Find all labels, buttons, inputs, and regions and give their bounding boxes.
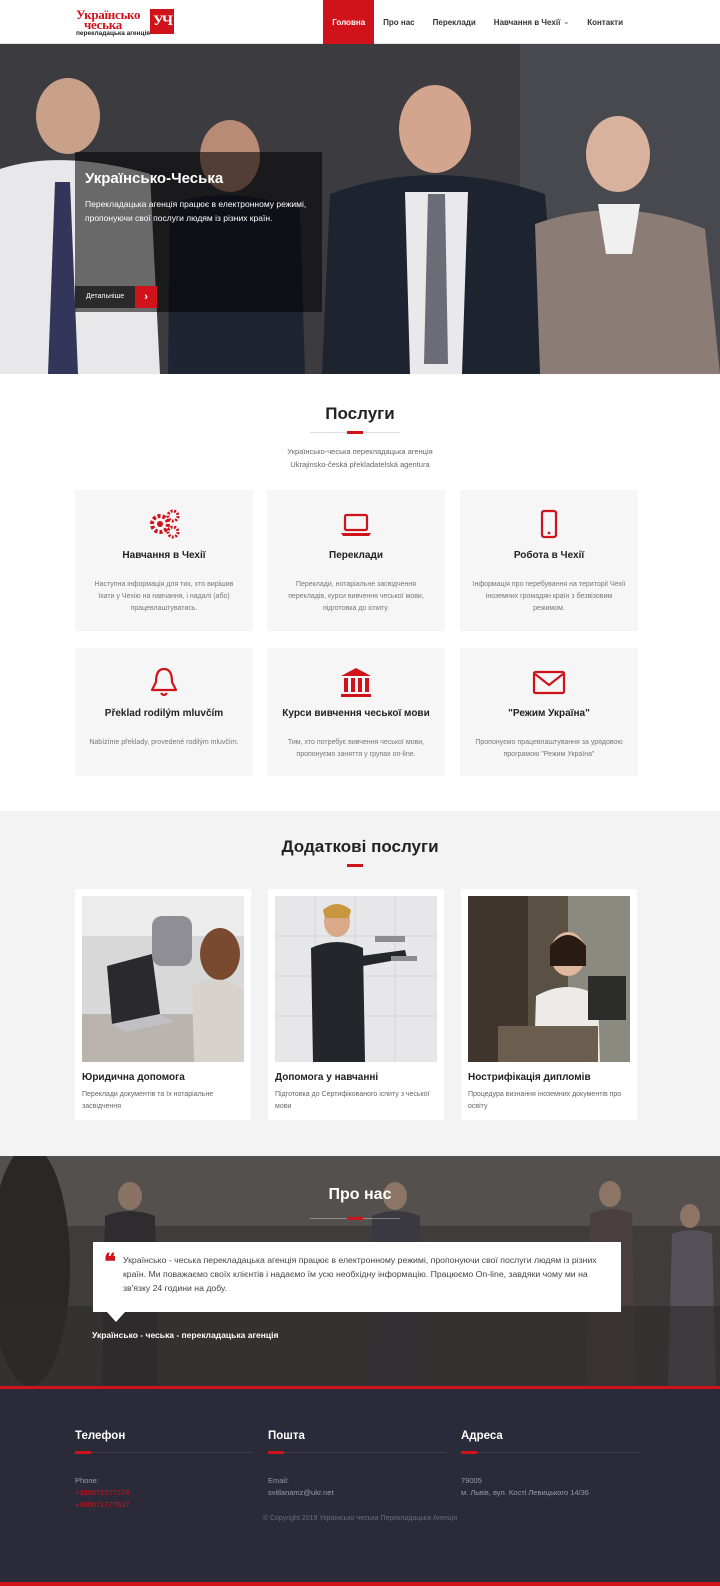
footer-phone-label: Phone: bbox=[75, 1476, 99, 1485]
extra-service-card[interactable]: Нострифікація дипломів Процедура визнанн… bbox=[461, 889, 637, 1120]
footer-address: Адреса 79005 м. Львів, вул. Костi Левиць… bbox=[461, 1430, 639, 1497]
footer-mail-title: Пошта bbox=[268, 1430, 305, 1442]
about-quote: ❝ Українсько - чеська перекладацька аген… bbox=[93, 1242, 621, 1312]
footer-rule-accent bbox=[461, 1451, 477, 1454]
service-card-text: Пропонуємо працевлаштування за урядовою … bbox=[475, 739, 623, 758]
title-accent bbox=[347, 864, 363, 867]
services-title-rule bbox=[310, 431, 400, 434]
extra-service-text: Підготовка до Сертифікованого іспиту з ч… bbox=[275, 1091, 430, 1110]
service-card[interactable]: Навчання в Чехії Наступна інформація для… bbox=[75, 490, 253, 631]
services-subtitle: Українсько-чеська перекладацька агенція … bbox=[0, 445, 720, 471]
footer-rule bbox=[461, 1451, 639, 1454]
about-quote-text: Українсько - чеська перекладацька агенці… bbox=[123, 1255, 597, 1293]
footer-mail-label: Email: bbox=[268, 1476, 289, 1485]
footer-address-line: м. Львів, вул. Костi Левицького 14/36 bbox=[461, 1488, 589, 1497]
site-header: Українсько чеська перекладацька агенція … bbox=[0, 0, 720, 44]
extra-service-text: Переклади документів та їх нотаріальне з… bbox=[82, 1091, 214, 1110]
mobile-icon bbox=[540, 509, 558, 539]
study-help-photo bbox=[275, 896, 437, 1062]
hero-more-label: Детальніше bbox=[75, 286, 136, 308]
extra-service-title: Юридична допомога bbox=[82, 1072, 185, 1083]
bell-icon bbox=[150, 667, 178, 697]
service-card[interactable]: Překlad rodilým mluvčím Nabízíme překlad… bbox=[75, 648, 253, 776]
service-card-title: "Режим Україна" bbox=[508, 708, 590, 719]
extra-service-card[interactable]: Юридична допомога Переклади документів т… bbox=[75, 889, 251, 1120]
hero-title: Українсько-Чеська bbox=[85, 170, 224, 187]
extra-services-title: Додаткові послуги bbox=[281, 837, 439, 856]
service-card[interactable]: Робота в Чехії Інформація про перебуванн… bbox=[460, 490, 638, 631]
service-card-title: Курси вивчення чеської мови bbox=[282, 708, 430, 719]
footer-phone-title: Телефон bbox=[75, 1430, 126, 1442]
title-accent bbox=[347, 431, 363, 434]
service-card[interactable]: "Режим Україна" Пропонуємо працевлаштува… bbox=[460, 648, 638, 776]
about-quote-author: Українсько - чеська - перекладацька аген… bbox=[92, 1330, 279, 1340]
service-card[interactable]: Курси вивчення чеської мови Тим, хто пот… bbox=[267, 648, 445, 776]
service-card[interactable]: Переклади Переклади, нотаріальне засвідч… bbox=[267, 490, 445, 631]
phone-link[interactable]: +380671577174 bbox=[75, 1488, 129, 1497]
nav-item-study-label: Навчання в Чехії bbox=[493, 17, 561, 27]
services-title: Послуги bbox=[325, 404, 395, 423]
footer-address-title: Адреса bbox=[461, 1430, 503, 1442]
bank-icon bbox=[341, 668, 371, 697]
service-card-text: Інформація про перебування на території … bbox=[472, 581, 626, 612]
service-card-text: Переклади, нотаріальне засвідчення перек… bbox=[288, 581, 424, 612]
site-logo[interactable]: Українсько чеська перекладацька агенція … bbox=[76, 6, 176, 38]
services-subtitle-ua: Українсько-чеська перекладацька агенція bbox=[287, 447, 433, 456]
legal-help-photo bbox=[82, 896, 244, 1062]
about-title: Про нас bbox=[328, 1186, 392, 1203]
service-card-title: Навчання в Чехії bbox=[122, 550, 206, 561]
logo-subtitle: перекладацька агенція bbox=[76, 30, 151, 37]
gears-icon bbox=[150, 509, 180, 539]
services-subtitle-cz: Ukrajinsko-česká překladatelská agentura bbox=[290, 460, 430, 469]
footer-phone: Телефон Phone: +380671577174 +3806717776… bbox=[75, 1430, 253, 1509]
nav-item-about[interactable]: Про нас bbox=[374, 0, 423, 44]
quote-tail bbox=[107, 1312, 125, 1322]
service-card-text: Nabízíme překlady, provedené rodilým mlu… bbox=[89, 739, 239, 746]
envelope-icon bbox=[532, 670, 566, 695]
nav-item-study[interactable]: Навчання в Чехії ⌄ bbox=[485, 0, 578, 44]
about-title-rule bbox=[310, 1217, 400, 1220]
nav-item-contacts[interactable]: Контакти bbox=[578, 0, 632, 44]
copyright: © Copyright 2019 Українсько-чеська Перек… bbox=[262, 1515, 458, 1522]
phone-link[interactable]: +380671777617 bbox=[75, 1500, 129, 1509]
service-card-title: Překlad rodilým mluvčím bbox=[104, 708, 224, 719]
service-card-text: Тим, хто потребує вивчення чеської мови,… bbox=[287, 739, 425, 758]
chevron-down-icon: ⌄ bbox=[563, 19, 570, 26]
footer-rule bbox=[75, 1451, 253, 1454]
footer-bottom-bar bbox=[0, 1582, 720, 1586]
quote-icon: ❝ bbox=[104, 1249, 116, 1274]
nav-item-home[interactable]: Головна bbox=[323, 0, 375, 44]
main-nav: Головна Про нас Переклади Навчання в Чех… bbox=[323, 0, 632, 44]
service-card-text: Наступна інформація для тих, хто вирішив… bbox=[94, 581, 234, 612]
diploma-recognition-photo bbox=[468, 896, 630, 1062]
site-footer bbox=[0, 1386, 720, 1586]
extra-service-title: Допомога у навчанні bbox=[275, 1072, 379, 1083]
hero-banner: Українсько-Чеська Перекладацька агенція … bbox=[0, 44, 720, 374]
extra-title-rule bbox=[310, 864, 400, 867]
hero-more-button[interactable]: Детальніше › bbox=[75, 286, 158, 308]
extra-service-card[interactable]: Допомога у навчанні Підготовка до Сертиф… bbox=[268, 889, 444, 1120]
footer-mail: Пошта Email: svitlanamz@ukr.net bbox=[268, 1430, 446, 1497]
chevron-right-icon: › bbox=[135, 286, 158, 308]
extra-service-title: Нострифікація дипломів bbox=[468, 1072, 591, 1083]
footer-rule bbox=[268, 1451, 446, 1454]
nav-item-translations[interactable]: Переклади bbox=[424, 0, 485, 44]
service-card-title: Переклади bbox=[329, 550, 383, 561]
footer-postcode: 79005 bbox=[461, 1476, 482, 1485]
service-card-title: Робота в Чехії bbox=[513, 550, 585, 561]
footer-rule-accent bbox=[268, 1451, 284, 1454]
footer-rule-accent bbox=[75, 1451, 91, 1454]
title-accent bbox=[347, 1217, 363, 1220]
extra-service-text: Процедура визнання іноземних документів … bbox=[468, 1091, 622, 1110]
logo-mark: УЧ bbox=[150, 9, 174, 34]
laptop-icon bbox=[341, 513, 371, 536]
hero-text: Перекладацька агенція працює в електронн… bbox=[85, 199, 307, 223]
email-link[interactable]: svitlanamz@ukr.net bbox=[268, 1488, 334, 1497]
